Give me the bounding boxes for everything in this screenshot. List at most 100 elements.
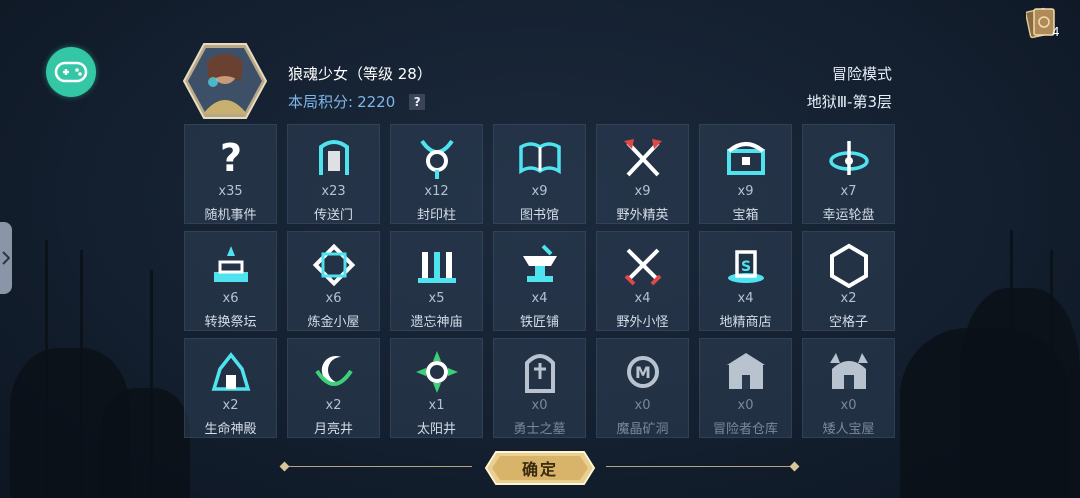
tile-sun-well[interactable]: x1 太阳井: [390, 338, 483, 438]
goblin-shop-icon: S: [723, 242, 769, 288]
tile-label: 铁匠铺: [519, 315, 559, 330]
tile-label: 魔晶矿洞: [616, 422, 669, 437]
dwarf-house-icon: [826, 349, 872, 395]
tile-crossed-swords[interactable]: x4 野外小怪: [596, 231, 689, 331]
score-label: 本局积分:: [288, 93, 354, 111]
footer-divider-right: [606, 466, 796, 467]
tile-treasure-chest[interactable]: x9 宝箱: [699, 124, 792, 224]
tile-count: x35: [218, 184, 243, 199]
gamepad-button[interactable]: [46, 47, 96, 97]
portal-icon: [311, 135, 357, 181]
temple-icon: [414, 242, 460, 288]
mine-icon: M: [620, 349, 666, 395]
tile-count: x6: [325, 291, 342, 306]
tile-count: x0: [531, 398, 548, 413]
tile-label: 传送门: [313, 208, 353, 223]
tile-count: x2: [840, 291, 857, 306]
player-avatar[interactable]: [182, 42, 268, 120]
alchemy-icon: [311, 242, 357, 288]
score-help-button[interactable]: ?: [409, 93, 426, 110]
warehouse-icon: [723, 349, 769, 395]
tile-count: x0: [737, 398, 754, 413]
tile-mine[interactable]: Mx0 魔晶矿洞: [596, 338, 689, 438]
tile-moon-well[interactable]: x2 月亮井: [287, 338, 380, 438]
tile-warehouse[interactable]: x0 冒险者仓库: [699, 338, 792, 438]
tile-label: 幸运轮盘: [822, 208, 875, 223]
tile-label: 月亮井: [313, 422, 353, 437]
tile-label: 野外小怪: [616, 315, 669, 330]
tile-count: x1: [428, 398, 445, 413]
tile-count: x12: [424, 184, 449, 199]
tile-count: x7: [840, 184, 857, 199]
footer-divider-dot-right: [789, 461, 800, 472]
moon-well-icon: [311, 349, 357, 395]
score-value: 2220: [357, 92, 396, 111]
tile-tombstone[interactable]: x0 勇士之墓: [493, 338, 586, 438]
treasure-chest-icon: [723, 135, 769, 181]
book-icon: [517, 135, 563, 181]
tile-count: x4: [531, 291, 548, 306]
game-mode-label: 冒险模式: [831, 65, 892, 83]
tombstone-icon: [517, 349, 563, 395]
tile-book[interactable]: x9 图书馆: [493, 124, 586, 224]
player-name: 狼魂少女（等级 28）: [288, 65, 432, 83]
tile-portal[interactable]: x23 传送门: [287, 124, 380, 224]
tile-label: 封印柱: [416, 208, 456, 223]
tile-count: x9: [531, 184, 548, 199]
confirm-button[interactable]: 确定: [484, 450, 596, 486]
altar-icon: [208, 242, 254, 288]
tile-anvil[interactable]: x4 铁匠铺: [493, 231, 586, 331]
tile-count: x6: [222, 291, 239, 306]
tile-hexagon[interactable]: x2 空格子: [802, 231, 895, 331]
tile-label: 转换祭坛: [204, 315, 257, 330]
tile-dwarf-house[interactable]: x0 矮人宝屋: [802, 338, 895, 438]
side-panel-tab[interactable]: [0, 222, 12, 294]
tile-count: x0: [840, 398, 857, 413]
tile-life-shrine[interactable]: x2 生命神殿: [184, 338, 277, 438]
wheel-icon: [826, 135, 872, 181]
tile-count: x2: [325, 398, 342, 413]
tile-wheel[interactable]: x7 幸运轮盘: [802, 124, 895, 224]
tile-alchemy[interactable]: x6 炼金小屋: [287, 231, 380, 331]
tile-label: 宝箱: [732, 208, 759, 223]
svg-text:M: M: [635, 363, 651, 382]
dungeon-level-label: 地狱Ⅲ-第3层: [806, 93, 892, 111]
tile-seal-pillar[interactable]: x12 封印柱: [390, 124, 483, 224]
tile-label: 冒险者仓库: [712, 422, 778, 437]
crossed-axes-icon: [620, 135, 666, 181]
tile-label: 勇士之墓: [513, 422, 566, 437]
tile-altar[interactable]: x6 转换祭坛: [184, 231, 277, 331]
tile-grid: ? x35 随机事件 x23 传送门 x12 封印柱 x9 图书馆 x9 野外精英 x9 宝箱 x7 幸运轮…: [184, 124, 895, 438]
card-deck-count: 4: [1052, 25, 1060, 39]
tile-crossed-axes[interactable]: x9 野外精英: [596, 124, 689, 224]
tile-label: 炼金小屋: [307, 315, 360, 330]
tile-label: 野外精英: [616, 208, 669, 223]
chevron-right-icon: [2, 251, 10, 265]
tile-question-mark[interactable]: ? x35 随机事件: [184, 124, 277, 224]
tile-label: 地精商店: [719, 315, 772, 330]
sun-well-icon: [414, 349, 460, 395]
crossed-swords-icon: [620, 242, 666, 288]
tile-label: 生命神殿: [204, 422, 257, 437]
tile-count: x9: [634, 184, 651, 199]
svg-text:?: ?: [219, 136, 241, 180]
tile-label: 随机事件: [204, 208, 257, 223]
tile-count: x0: [634, 398, 651, 413]
tile-count: x2: [222, 398, 239, 413]
tile-label: 空格子: [828, 315, 868, 330]
anvil-icon: [517, 242, 563, 288]
tile-count: x4: [634, 291, 651, 306]
life-shrine-icon: [208, 349, 254, 395]
seal-pillar-icon: [414, 135, 460, 181]
footer-divider-dot-left: [279, 461, 290, 472]
gamepad-icon: [54, 61, 88, 83]
tile-count: x23: [321, 184, 346, 199]
tile-count: x4: [737, 291, 754, 306]
tile-label: 遗忘神庙: [410, 315, 463, 330]
tile-temple[interactable]: x5 遗忘神庙: [390, 231, 483, 331]
score-row: 本局积分: 2220 ?: [288, 91, 426, 112]
tile-label: 矮人宝屋: [822, 422, 875, 437]
question-mark-icon: ?: [208, 135, 254, 181]
tile-count: x5: [428, 291, 445, 306]
tile-goblin-shop[interactable]: Sx4 地精商店: [699, 231, 792, 331]
